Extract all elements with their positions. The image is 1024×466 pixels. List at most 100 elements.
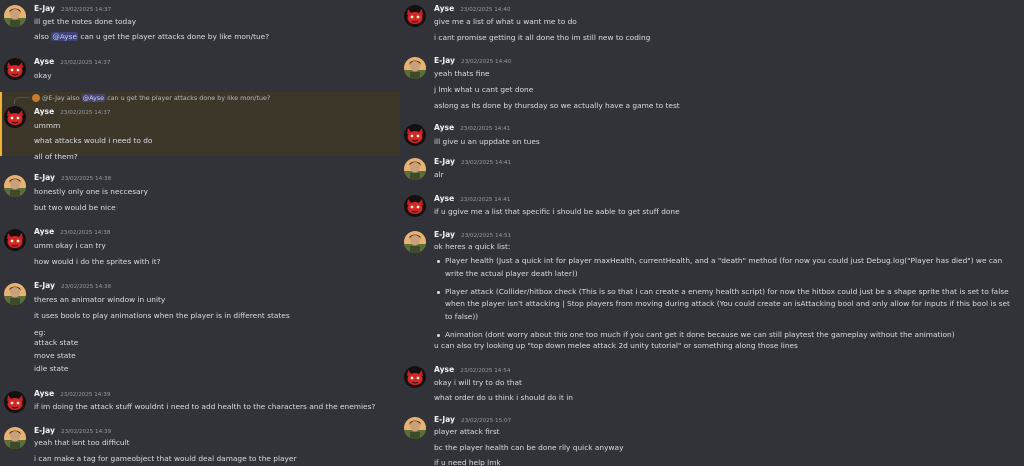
message-line: umm okay i can try xyxy=(34,241,106,250)
timestamp: 23/02/2025 15:07 xyxy=(461,418,512,424)
message[interactable]: E-Jay 23/02/2025 15:07 player attack firs… xyxy=(400,414,1024,466)
message-line: i can make a tag for gameobject that wou… xyxy=(34,454,297,463)
ejay-avatar-icon[interactable] xyxy=(404,57,426,79)
message-line: bc the player health can be done rlly qu… xyxy=(434,443,624,452)
author-name[interactable]: E-Jay xyxy=(34,426,55,435)
message-line: if im doing the attack stuff wouldnt i n… xyxy=(34,402,376,411)
author-name[interactable]: Ayse xyxy=(34,57,54,66)
author-name[interactable]: Ayse xyxy=(434,365,454,374)
user-mention[interactable]: @Ayse xyxy=(81,94,106,102)
message[interactable]: E-Jay 23/02/2025 14:41 alr xyxy=(400,156,1024,186)
ayse-avatar-icon[interactable] xyxy=(4,58,26,80)
reply-connector xyxy=(14,97,29,104)
author-name[interactable]: Ayse xyxy=(34,107,54,116)
ayse-avatar-icon[interactable] xyxy=(4,229,26,251)
message-line: honestly only one is neccesary xyxy=(34,187,148,196)
message-line: it uses bools to play animations when th… xyxy=(34,311,290,320)
message[interactable]: @E-Jay also @Ayse can u get the player a… xyxy=(0,92,400,156)
message[interactable]: Ayse 23/02/2025 14:41 if u ggive me a lis… xyxy=(400,193,1024,223)
list-item: Player health (Just a quick int for play… xyxy=(434,255,1016,281)
message[interactable]: E-Jay 23/02/2025 14:39 yeah that isnt too… xyxy=(0,424,400,466)
ayse-avatar-icon[interactable] xyxy=(404,366,426,388)
message-line: all of them? xyxy=(34,152,78,161)
message[interactable]: E-Jay 23/02/2025 14:51 ok heres a quick l… xyxy=(400,229,1024,355)
timestamp: 23/02/2025 14:41 xyxy=(460,126,511,132)
timestamp: 23/02/2025 14:54 xyxy=(460,368,511,374)
timestamp: 23/02/2025 14:39 xyxy=(61,429,112,435)
timestamp: 23/02/2025 14:37 xyxy=(60,60,111,66)
ejay-avatar-icon[interactable] xyxy=(4,175,26,197)
message[interactable]: Ayse 23/02/2025 14:41 ill give u an uppda… xyxy=(400,122,1024,152)
author-name[interactable]: Ayse xyxy=(434,4,454,13)
ejay-avatar-icon[interactable] xyxy=(404,417,426,439)
ayse-avatar-icon[interactable] xyxy=(404,124,426,146)
left-chat-column: E-Jay 23/02/2025 14:37 ill get the notes … xyxy=(0,0,400,466)
message[interactable]: Ayse 23/02/2025 14:37 okay xyxy=(0,56,400,86)
message-line: i cant promise getting it all done tho i… xyxy=(434,33,651,42)
message-line: what attacks would i need to do xyxy=(34,136,153,145)
message-line: move state xyxy=(34,351,76,360)
message-line: ill give u an uppdate on tues xyxy=(434,137,540,146)
timestamp: 23/02/2025 14:37 xyxy=(60,110,111,116)
author-name[interactable]: E-Jay xyxy=(34,173,55,182)
message-line: ummm xyxy=(34,121,61,130)
author-name[interactable]: Ayse xyxy=(34,227,54,236)
timestamp: 23/02/2025 14:51 xyxy=(461,233,512,239)
author-name[interactable]: Ayse xyxy=(434,123,454,132)
message-line: okay i will try to do that xyxy=(434,378,522,387)
message-line: what order do u think i should do it in xyxy=(434,393,573,402)
timestamp: 23/02/2025 14:41 xyxy=(460,197,511,203)
message-line: yeah thats fine xyxy=(434,69,490,78)
ayse-avatar-icon[interactable] xyxy=(4,106,26,128)
ejay-avatar-icon[interactable] xyxy=(404,158,426,180)
message-line: player attack first xyxy=(434,427,500,436)
message-line: okay xyxy=(34,71,52,80)
message[interactable]: Ayse 23/02/2025 14:54 okay i will try to … xyxy=(400,364,1024,404)
user-mention[interactable]: @Ayse xyxy=(51,32,79,41)
author-name[interactable]: E-Jay xyxy=(434,157,455,166)
message[interactable]: E-Jay 23/02/2025 14:38 theres an animator… xyxy=(0,280,400,376)
message-line: eg: xyxy=(34,328,46,337)
author-name[interactable]: E-Jay xyxy=(434,230,455,239)
message-line: idle state xyxy=(34,364,69,373)
author-name[interactable]: Ayse xyxy=(434,194,454,203)
timestamp: 23/02/2025 14:38 xyxy=(61,284,112,290)
timestamp: 23/02/2025 14:38 xyxy=(61,176,112,182)
author-name[interactable]: E-Jay xyxy=(434,415,455,424)
message-line: give me a list of what u want me to do xyxy=(434,17,577,26)
timestamp: 23/02/2025 14:39 xyxy=(60,392,111,398)
message-line: ill get the notes done today xyxy=(34,17,137,26)
ejay-avatar-icon[interactable] xyxy=(4,427,26,449)
message-line: j lmk what u cant get done xyxy=(434,85,534,94)
reply-preview[interactable]: @E-Jay also @Ayse can u get the player a… xyxy=(32,94,270,102)
message-line: u can also try looking up "top down mele… xyxy=(434,341,798,350)
message[interactable]: Ayse 23/02/2025 14:38 umm okay i can try … xyxy=(0,226,400,266)
ayse-avatar-icon[interactable] xyxy=(4,391,26,413)
ejay-avatar-icon[interactable] xyxy=(4,283,26,305)
bullet-list: Player health (Just a quick int for play… xyxy=(434,255,1016,347)
author-name[interactable]: E-Jay xyxy=(34,281,55,290)
author-name[interactable]: Ayse xyxy=(34,389,54,398)
message[interactable]: Ayse 23/02/2025 14:39 if im doing the att… xyxy=(0,388,400,418)
message-line: also @Ayse can u get the player attacks … xyxy=(34,32,270,41)
ayse-avatar-icon[interactable] xyxy=(404,5,426,27)
timestamp: 23/02/2025 14:38 xyxy=(60,230,111,236)
message[interactable]: Ayse 23/02/2025 14:40 give me a list of w… xyxy=(400,2,1024,42)
message-line: but two would be nice xyxy=(34,203,116,212)
author-name[interactable]: E-Jay xyxy=(434,56,455,65)
message-line: alr xyxy=(434,170,444,179)
message[interactable]: E-Jay 23/02/2025 14:38 honestly only one … xyxy=(0,172,400,212)
author-name[interactable]: E-Jay xyxy=(34,4,55,13)
timestamp: 23/02/2025 14:40 xyxy=(460,7,511,13)
message[interactable]: E-Jay 23/02/2025 14:40 yeah thats fine j … xyxy=(400,55,1024,111)
timestamp: 23/02/2025 14:37 xyxy=(61,7,112,13)
reply-avatar-icon xyxy=(32,94,40,102)
message[interactable]: E-Jay 23/02/2025 14:37 ill get the notes … xyxy=(0,2,400,42)
right-chat-column: Ayse 23/02/2025 14:40 give me a list of w… xyxy=(400,0,1024,466)
ayse-avatar-icon[interactable] xyxy=(404,195,426,217)
ejay-avatar-icon[interactable] xyxy=(404,231,426,253)
message-line: theres an animator window in unity xyxy=(34,295,166,304)
message-line: how would i do the sprites with it? xyxy=(34,257,161,266)
ejay-avatar-icon[interactable] xyxy=(4,5,26,27)
message-line: yeah that isnt too difficult xyxy=(34,438,130,447)
